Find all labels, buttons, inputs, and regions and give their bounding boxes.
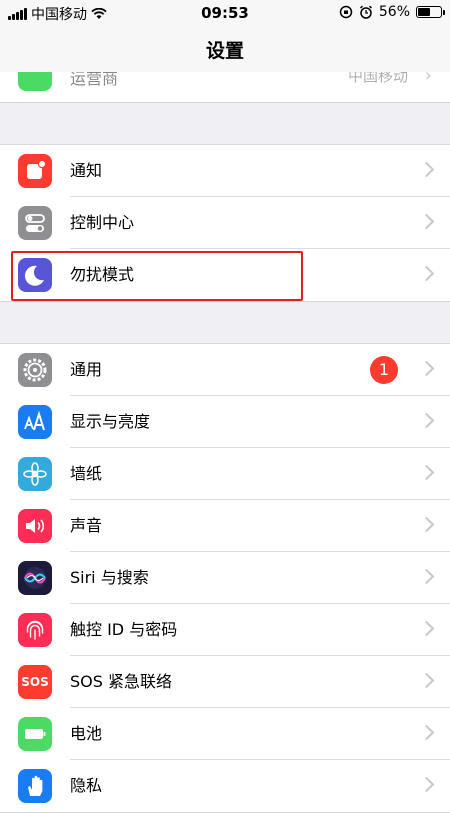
hand-icon [18,769,52,803]
row-label: 控制中心 [70,213,135,232]
settings-row-battery[interactable]: 电池 [0,708,450,760]
row-label: SOS 紧急联络 [70,672,172,691]
siri-icon [18,561,52,595]
alarm-icon [359,5,372,19]
battery-icon [416,6,445,18]
settings-row-emergency-sos[interactable]: SOS SOS 紧急联络 [0,656,450,708]
chevron-right-icon [418,360,435,377]
nav-bar: 设置 [0,26,450,72]
fingerprint-icon [18,613,52,647]
gear-icon [18,353,52,387]
row-label: Siri 与搜索 [70,568,149,587]
row-label: 声音 [70,516,103,535]
chevron-right-icon [418,161,435,178]
chevron-right-icon [418,620,435,637]
wallpaper-flower-icon [18,457,52,491]
status-bar: 中国移动 09:53 56% [0,0,450,26]
notifications-icon [18,154,52,188]
battery-icon [18,717,52,751]
settings-row-notifications[interactable]: 通知 [0,145,450,197]
chevron-right-icon [418,672,435,689]
settings-row-privacy[interactable]: 隐私 [0,760,450,812]
settings-row-wallpaper[interactable]: 墙纸 [0,448,450,500]
row-label: 显示与亮度 [70,412,151,431]
chevron-right-icon [418,568,435,585]
chevron-right-icon [418,412,435,429]
control-center-icon [18,206,52,240]
chevron-right-icon [418,213,435,230]
notification-badge: 1 [370,356,398,384]
row-label: 触控 ID 与密码 [70,620,178,639]
settings-row-touch-id-passcode[interactable]: 触控 ID 与密码 [0,604,450,656]
rotation-lock-icon [339,5,353,19]
row-label: 隐私 [70,776,103,795]
chevron-right-icon [418,516,435,533]
settings-row-control-center[interactable]: 控制中心 [0,197,450,249]
chevron-right-icon [418,464,435,481]
settings-row-sounds[interactable]: 声音 [0,500,450,552]
chevron-right-icon [418,776,435,793]
speaker-icon [18,509,52,543]
row-label: 电池 [70,724,103,743]
battery-percent: 56% [378,4,410,20]
row-label: 墙纸 [70,464,103,483]
chevron-right-icon [418,265,435,282]
row-label: 通用 [70,360,103,379]
row-label: 通知 [70,161,103,180]
display-aa-icon [18,405,52,439]
settings-row-siri-search[interactable]: Siri 与搜索 [0,552,450,604]
sos-icon: SOS [18,665,52,699]
settings-row-general[interactable]: 通用 1 [0,344,450,396]
page-title: 设置 [205,39,244,62]
settings-row-display-brightness[interactable]: 显示与亮度 [0,396,450,448]
settings-group-2: 通用 1 显示与亮度 墙纸 声音 Siri 与搜索 触控 ID 与密码 SOS … [0,343,450,813]
highlight-box [11,251,303,301]
chevron-right-icon [418,724,435,741]
